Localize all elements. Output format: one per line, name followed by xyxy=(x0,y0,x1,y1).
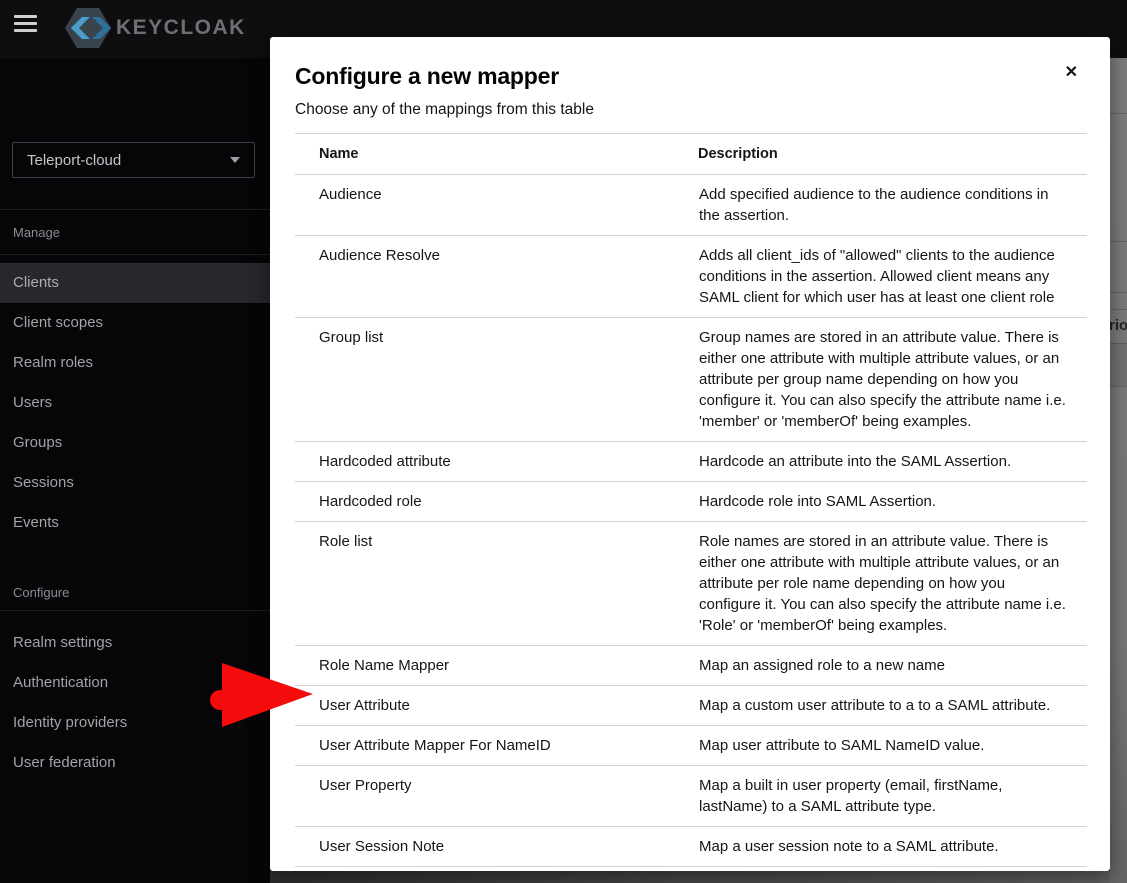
mapper-name[interactable]: Group list xyxy=(295,317,698,442)
realm-selector-value: Teleport-cloud xyxy=(27,151,122,169)
column-header-name: Name xyxy=(295,133,698,175)
mapper-name[interactable]: User Session Note xyxy=(295,826,698,867)
mapper-row-user-attribute[interactable]: User Attribute Map a custom user attribu… xyxy=(295,685,1087,726)
close-icon[interactable]: ✕ xyxy=(1065,65,1078,81)
mapper-name[interactable]: User Attribute xyxy=(295,685,698,726)
sidebar-item-sessions[interactable]: Sessions xyxy=(0,463,270,503)
mapper-description: Map a built in user property (email, fir… xyxy=(698,765,1087,827)
hamburger-menu-icon[interactable] xyxy=(14,15,37,34)
mapper-description: Adds all client_ids of "allowed" clients… xyxy=(698,235,1087,318)
mapper-row-user-attribute-mapper-for-nameid[interactable]: User Attribute Mapper For NameID Map use… xyxy=(295,725,1087,766)
sidebar-item-events[interactable]: Events xyxy=(0,503,270,543)
sidebar-item-users[interactable]: Users xyxy=(0,383,270,423)
mapper-description: Hardcode an attribute into the SAML Asse… xyxy=(698,441,1087,482)
mapper-name[interactable]: User Attribute Mapper For NameID xyxy=(295,725,698,766)
mapper-row-user-property[interactable]: User Property Map a built in user proper… xyxy=(295,765,1087,827)
logo-text: KEYCLOAK xyxy=(116,16,246,39)
dimmed-backdrop-bottom xyxy=(270,871,1110,883)
sidebar-item-groups[interactable]: Groups xyxy=(0,423,270,463)
sidebar-item-realm-roles[interactable]: Realm roles xyxy=(0,343,270,383)
dimmed-background-page-strip: rio xyxy=(1110,58,1127,883)
mapper-name[interactable]: Audience xyxy=(295,174,698,236)
mapper-table-header-row: Name Description xyxy=(295,133,1087,175)
sidebar-section-configure: Configure xyxy=(0,573,270,611)
sidebar: Teleport-cloud Manage Clients Client sco… xyxy=(0,58,270,883)
mapper-description: Map user attribute to SAML NameID value. xyxy=(698,725,1087,766)
mapper-description: Role names are stored in an attribute va… xyxy=(698,521,1087,646)
sidebar-item-user-federation[interactable]: User federation xyxy=(0,743,270,783)
keycloak-hexagon-icon xyxy=(65,8,111,48)
realm-selector[interactable]: Teleport-cloud xyxy=(12,142,255,178)
keycloak-admin-console: KEYCLOAK Teleport-cloud Manage Clients C… xyxy=(0,0,1127,883)
mapper-name[interactable]: Hardcoded role xyxy=(295,481,698,522)
mapper-description: Map a custom user attribute to a to a SA… xyxy=(698,685,1087,726)
column-header-description: Description xyxy=(698,133,1087,175)
mapper-row-audience[interactable]: Audience Add specified audience to the a… xyxy=(295,174,1087,236)
mapper-row-role-name-mapper[interactable]: Role Name Mapper Map an assigned role to… xyxy=(295,645,1087,686)
background-partial-text: rio xyxy=(1110,317,1127,334)
mapper-name[interactable]: Hardcoded attribute xyxy=(295,441,698,482)
configure-mapper-modal: Configure a new mapper Choose any of the… xyxy=(270,37,1110,871)
mapper-description: Map a user session note to a SAML attrib… xyxy=(698,826,1087,867)
modal-subtitle: Choose any of the mappings from this tab… xyxy=(295,101,594,118)
mapper-description: Hardcode role into SAML Assertion. xyxy=(698,481,1087,522)
chevron-down-icon xyxy=(230,157,240,163)
mapper-name[interactable]: Audience Resolve xyxy=(295,235,698,318)
keycloak-logo: KEYCLOAK xyxy=(64,7,246,49)
sidebar-nav-manage: Clients Client scopes Realm roles Users … xyxy=(0,263,270,543)
modal-title: Configure a new mapper xyxy=(295,63,559,89)
mapper-row-role-list[interactable]: Role list Role names are stored in an at… xyxy=(295,521,1087,646)
sidebar-item-client-scopes[interactable]: Client scopes xyxy=(0,303,270,343)
section-label: Configure xyxy=(13,585,70,600)
mapper-row-group-list[interactable]: Group list Group names are stored in an … xyxy=(295,317,1087,442)
mapper-row-hardcoded-role[interactable]: Hardcoded role Hardcode role into SAML A… xyxy=(295,481,1087,522)
mapper-row-audience-resolve[interactable]: Audience Resolve Adds all client_ids of … xyxy=(295,235,1087,318)
sidebar-section-manage: Manage xyxy=(0,209,270,255)
sidebar-item-clients[interactable]: Clients xyxy=(0,263,270,303)
mapper-description: Map an assigned role to a new name xyxy=(698,645,1087,686)
mapper-row-user-session-note[interactable]: User Session Note Map a user session not… xyxy=(295,826,1087,867)
mapper-name[interactable]: User Property xyxy=(295,765,698,827)
mapper-table: Name Description Audience Add specified … xyxy=(295,133,1087,867)
mapper-table-container: Name Description Audience Add specified … xyxy=(295,133,1087,867)
section-label: Manage xyxy=(13,225,60,240)
mapper-row-hardcoded-attribute[interactable]: Hardcoded attribute Hardcode an attribut… xyxy=(295,441,1087,482)
mapper-description: Group names are stored in an attribute v… xyxy=(698,317,1087,442)
mapper-name[interactable]: Role list xyxy=(295,521,698,646)
mapper-description: Add specified audience to the audience c… xyxy=(698,174,1087,236)
red-arrow-annotation xyxy=(210,663,313,727)
mapper-name[interactable]: Role Name Mapper xyxy=(295,645,698,686)
